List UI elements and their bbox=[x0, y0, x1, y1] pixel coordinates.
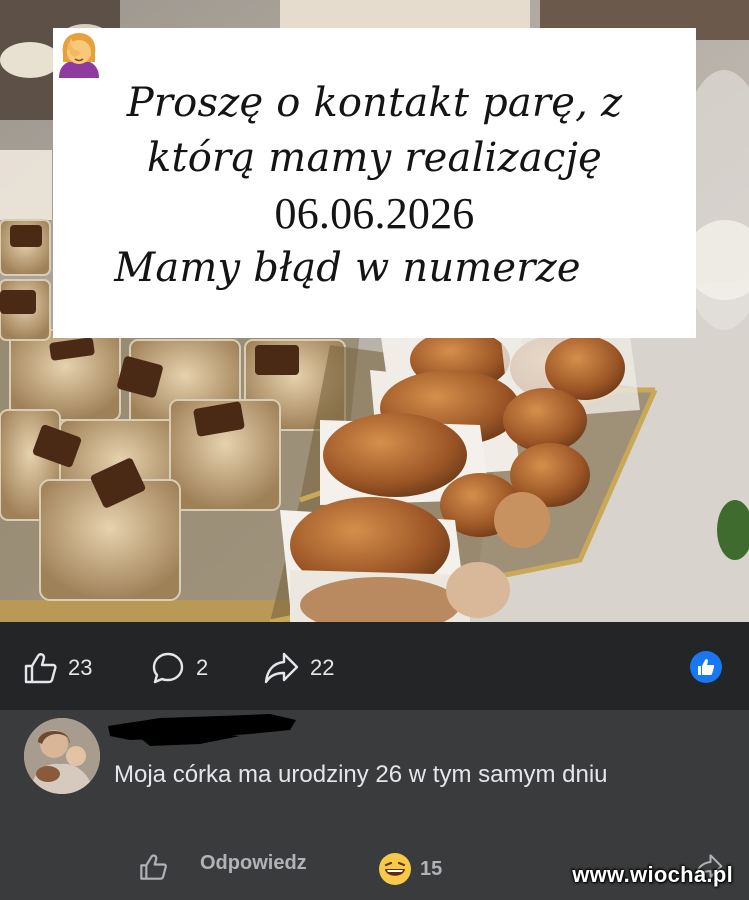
caption-date: 06.06.2026 bbox=[274, 189, 475, 238]
thumbs-up-filled-icon bbox=[698, 659, 715, 675]
post-caption-card: Proszę o kontakt parę, z którą mamy real… bbox=[53, 28, 696, 338]
comment-count: 2 bbox=[196, 655, 209, 680]
commenter-avatar[interactable] bbox=[24, 718, 100, 794]
facepalm-emoji-icon bbox=[59, 33, 635, 295]
comment-text: Moja córka ma urodziny 26 w tym samym dn… bbox=[114, 761, 608, 788]
caption-line-4: Mamy błąd w numerze bbox=[114, 245, 581, 291]
post-action-bar: 23 2 22 bbox=[0, 622, 749, 710]
comment-section: Moja córka ma urodziny 26 w tym samym dn… bbox=[0, 710, 749, 900]
caption-line-2: którą mamy realizację bbox=[147, 135, 602, 181]
redacted-name-scribble bbox=[108, 714, 296, 746]
share-arrow-icon bbox=[264, 652, 299, 684]
like-reaction-badge[interactable] bbox=[690, 651, 722, 683]
like-count: 23 bbox=[68, 655, 93, 680]
comment-bubble-icon bbox=[152, 652, 184, 684]
share-count: 22 bbox=[310, 655, 335, 680]
comment-reaction[interactable]: 15 bbox=[378, 852, 442, 886]
caption-line-4-row: Mamy błąd w numerze bbox=[59, 33, 635, 296]
share-button[interactable]: 22 bbox=[262, 650, 334, 686]
post-photo[interactable]: Proszę o kontakt parę, z którą mamy real… bbox=[0, 0, 749, 622]
comment-button[interactable]: 2 bbox=[150, 650, 208, 686]
like-button[interactable]: 23 bbox=[22, 650, 92, 686]
reaction-count: 15 bbox=[420, 857, 443, 880]
reply-button[interactable]: Odpowiedz bbox=[200, 852, 307, 875]
avatar-photo bbox=[24, 718, 100, 794]
thumbs-up-icon bbox=[140, 854, 167, 880]
thumbs-up-icon bbox=[24, 653, 57, 684]
laughing-emoji-icon bbox=[379, 853, 411, 885]
watermark: www.wiocha.pl bbox=[572, 862, 733, 887]
caption-line-1: Proszę o kontakt parę, z bbox=[126, 80, 623, 126]
comment-like-button[interactable] bbox=[138, 852, 168, 882]
